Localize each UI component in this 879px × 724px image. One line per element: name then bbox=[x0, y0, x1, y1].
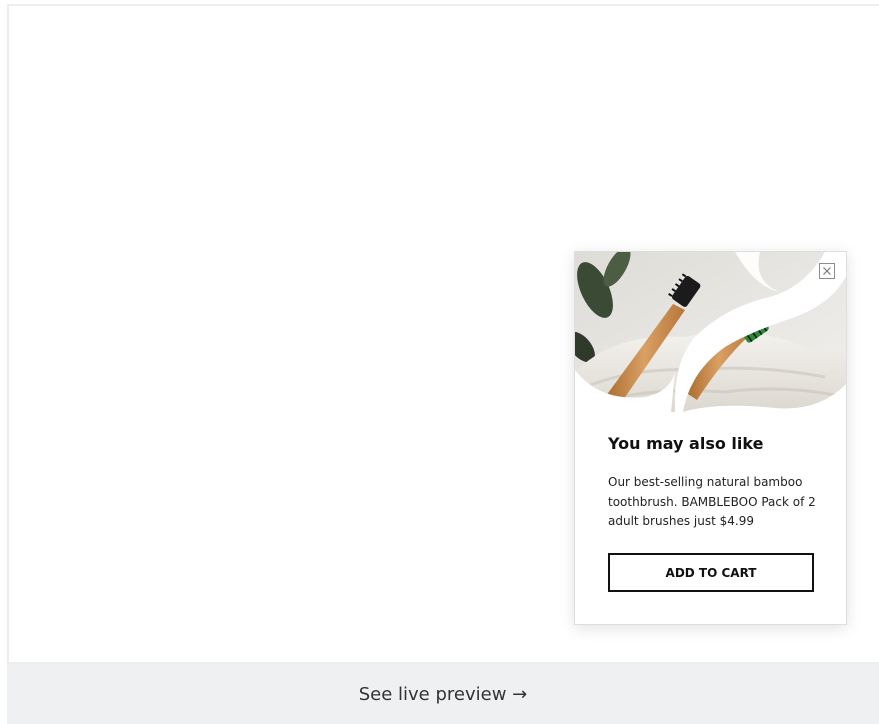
add-to-cart-button[interactable]: ADD TO CART bbox=[608, 553, 814, 592]
recommendation-popup: You may also like Our best-selling natur… bbox=[574, 251, 847, 625]
preview-bar: See live preview → bbox=[7, 664, 879, 724]
popup-title: You may also like bbox=[608, 434, 764, 453]
see-live-preview-link[interactable]: See live preview → bbox=[359, 684, 528, 705]
close-icon bbox=[823, 267, 831, 275]
close-button[interactable] bbox=[819, 263, 835, 279]
popup-description: Our best-selling natural bamboo toothbru… bbox=[608, 475, 816, 528]
product-image bbox=[575, 252, 846, 412]
